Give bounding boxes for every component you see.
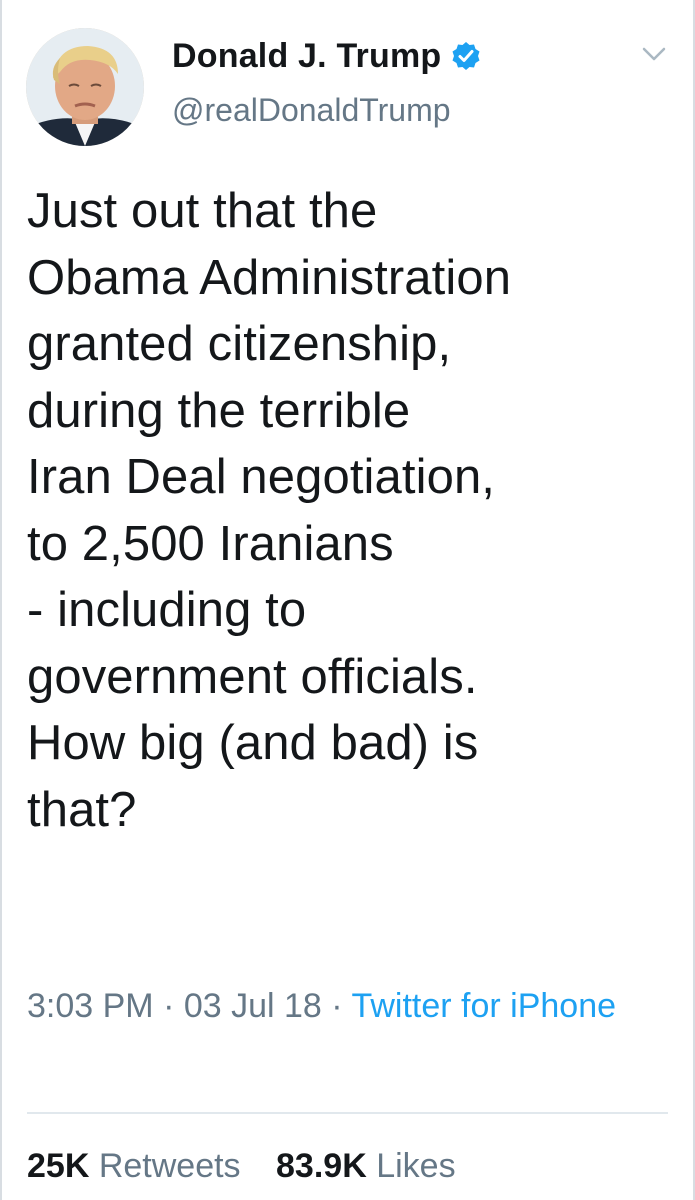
likes-count: 83.9K xyxy=(276,1147,367,1185)
tweet-stats: 25K Retweets 83.9K Likes xyxy=(27,1140,482,1192)
avatar[interactable] xyxy=(26,28,144,146)
user-info: Donald J. Trump @realDonaldTrump xyxy=(172,34,481,129)
likes-label: Likes xyxy=(376,1147,456,1185)
meta-separator: · xyxy=(153,987,184,1025)
tweet-text: Just out that the Obama Administration g… xyxy=(27,184,512,837)
verified-badge-icon xyxy=(451,41,481,71)
frame-border-left xyxy=(0,0,2,1200)
tweet-source-link[interactable]: Twitter for iPhone xyxy=(351,987,616,1025)
tweet-date[interactable]: 03 Jul 18 xyxy=(184,987,322,1025)
avatar-image xyxy=(26,28,144,146)
divider xyxy=(27,1112,668,1114)
meta-separator: · xyxy=(321,987,352,1025)
retweets-count: 25K xyxy=(27,1147,90,1185)
chevron-down-icon[interactable] xyxy=(641,44,667,64)
tweet-meta: 3:03 PM · 03 Jul 18 · Twitter for iPhone xyxy=(27,980,667,1032)
user-handle[interactable]: @realDonaldTrump xyxy=(172,92,481,129)
display-name[interactable]: Donald J. Trump xyxy=(172,37,441,76)
tweet-time[interactable]: 3:03 PM xyxy=(27,987,154,1025)
retweets-label: Retweets xyxy=(98,1147,241,1185)
retweets-stat[interactable]: 25K Retweets xyxy=(27,1147,241,1185)
likes-stat[interactable]: 83.9K Likes xyxy=(276,1147,456,1185)
display-name-row: Donald J. Trump xyxy=(172,34,481,78)
